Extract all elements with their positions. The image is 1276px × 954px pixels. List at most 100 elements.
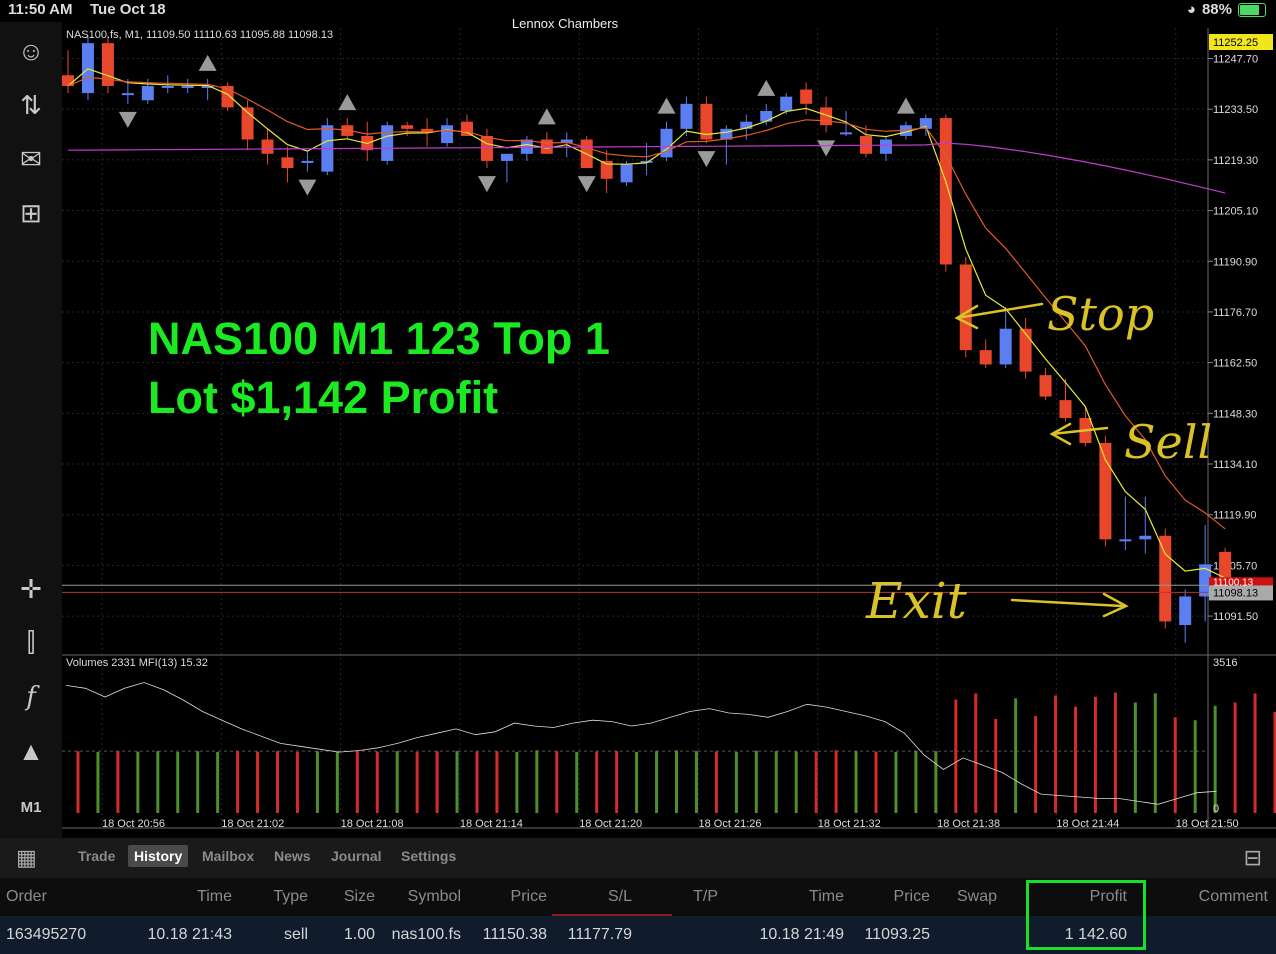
- tab-history[interactable]: History: [128, 845, 189, 867]
- col-swap[interactable]: Swap: [957, 888, 997, 906]
- volume-bar: [794, 751, 798, 813]
- volume-bar: [834, 750, 838, 813]
- volume-bar: [1193, 720, 1197, 813]
- candle-body: [1039, 375, 1052, 397]
- col-comment[interactable]: Comment: [1199, 888, 1268, 906]
- volume-bar: [714, 751, 718, 813]
- overlay-title-line2: Lot $1,142 Profit: [148, 372, 498, 423]
- objects-icon[interactable]: ▲: [10, 730, 52, 772]
- time-tick-label: 18 Oct 21:44: [1056, 818, 1119, 830]
- overlay-title-line1: NAS100 M1 123 Top 1: [148, 313, 610, 364]
- account-icon[interactable]: ☺: [10, 30, 52, 72]
- crosshair-icon[interactable]: ✛: [10, 568, 52, 610]
- volume-bar: [1253, 693, 1257, 813]
- fractal-down-marker: [118, 111, 137, 128]
- volume-bar: [694, 751, 698, 813]
- volume-bar: [615, 751, 619, 813]
- price-tick-label: 11205.10: [1213, 206, 1258, 218]
- tab-mailbox[interactable]: Mailbox: [202, 848, 254, 864]
- indicators-icon[interactable]: f: [10, 676, 52, 718]
- volume-bar: [874, 751, 878, 813]
- new-chart-icon[interactable]: ⊞: [10, 192, 52, 234]
- cell-symbol: nas100.fs: [391, 926, 461, 943]
- candle-body: [401, 125, 414, 129]
- volume-bar: [96, 751, 100, 813]
- tab-news[interactable]: News: [274, 848, 311, 864]
- candle-body: [1019, 328, 1032, 372]
- volume-bar: [176, 751, 180, 813]
- fractal-up-marker: [757, 79, 776, 96]
- volume-bar: [675, 750, 678, 813]
- candle-body: [81, 43, 94, 94]
- cell-time: 10.18 21:43: [147, 926, 232, 943]
- volume-bar: [515, 751, 519, 813]
- layout-icon[interactable]: ⊟: [1244, 845, 1262, 871]
- candle-body: [1159, 535, 1172, 622]
- candle-body: [1119, 539, 1132, 542]
- candles-icon[interactable]: ⫿: [10, 622, 52, 664]
- trade-upload-icon[interactable]: ⇅: [10, 84, 52, 126]
- annotation-sell: Sell: [1124, 415, 1212, 469]
- cell-size: 1.00: [343, 926, 375, 943]
- volume-bar: [475, 751, 479, 813]
- calendar-icon[interactable]: ▦: [16, 845, 37, 871]
- volume-bar: [734, 751, 738, 813]
- chart-area[interactable]: 11247.70 11233.50 11219.30 11205.10 11190.90…: [62, 28, 1276, 838]
- price-chart[interactable]: 11247.70 11233.50 11219.30 11205.10 11190.90…: [62, 28, 1276, 838]
- volume-bar: [1233, 702, 1237, 813]
- col-sl[interactable]: S/L: [608, 888, 632, 906]
- candle-body: [281, 157, 294, 169]
- volume-bar: [914, 750, 918, 813]
- candle-body: [520, 139, 533, 154]
- annotation-exit: Exit: [865, 572, 968, 630]
- col-size[interactable]: Size: [344, 888, 375, 906]
- candle-body: [381, 125, 394, 161]
- col-time[interactable]: Time: [197, 888, 232, 906]
- volume-bar: [555, 751, 559, 813]
- price-tick-label: 11233.50: [1213, 104, 1258, 116]
- candle-body: [181, 85, 194, 88]
- candle-body: [480, 135, 493, 161]
- col-type[interactable]: Type: [273, 888, 308, 906]
- volume-info: Volumes 2331 MFI(13) 15.32: [66, 657, 208, 669]
- cell-type: sell: [283, 926, 308, 943]
- col-price-close[interactable]: Price: [894, 888, 930, 906]
- volume-bar: [1093, 696, 1097, 813]
- col-time-close[interactable]: Time: [809, 888, 844, 906]
- cell-time-close: 10.18 21:49: [759, 926, 844, 943]
- price-tick-label: 11119.90: [1213, 510, 1256, 522]
- volume-bar: [76, 751, 80, 813]
- volume-bar: [1133, 702, 1137, 813]
- bid-label: 11098.13: [1213, 587, 1258, 599]
- tab-settings[interactable]: Settings: [401, 848, 456, 864]
- col-symbol[interactable]: Symbol: [408, 888, 461, 906]
- tab-trade[interactable]: Trade: [78, 848, 115, 864]
- volume-bar: [1113, 692, 1117, 813]
- volume-bar: [415, 751, 419, 813]
- fractal-up-marker: [657, 97, 676, 114]
- volume-bar: [1034, 716, 1038, 813]
- volume-bar: [934, 751, 938, 813]
- price-tick-label: 11176.70: [1213, 307, 1257, 319]
- volume-bar: [295, 751, 299, 813]
- chat-icon[interactable]: ✉: [10, 138, 52, 180]
- col-tp[interactable]: T/P: [693, 888, 718, 906]
- tab-journal[interactable]: Journal: [331, 848, 382, 864]
- candle-body: [1099, 442, 1112, 540]
- volume-bar: [435, 751, 439, 813]
- time-tick-label: 18 Oct 21:14: [460, 818, 523, 830]
- candle-body: [959, 264, 972, 351]
- candle-body: [141, 85, 154, 101]
- col-price[interactable]: Price: [511, 888, 547, 906]
- battery-icon: [1238, 2, 1266, 17]
- timeframe-button[interactable]: M1: [10, 786, 52, 828]
- fractal-down-marker: [697, 151, 716, 168]
- volume-bar: [236, 751, 240, 813]
- candle-body: [161, 85, 174, 88]
- fractal-up-marker: [537, 108, 556, 125]
- left-toolbar: ☺ ⇅ ✉ ⊞ ✛ ⫿ f ▲ M1: [0, 22, 62, 838]
- col-order[interactable]: Order: [6, 888, 47, 906]
- volume-bar: [196, 751, 200, 813]
- volume-bar: [395, 751, 399, 813]
- candle-body: [301, 160, 314, 163]
